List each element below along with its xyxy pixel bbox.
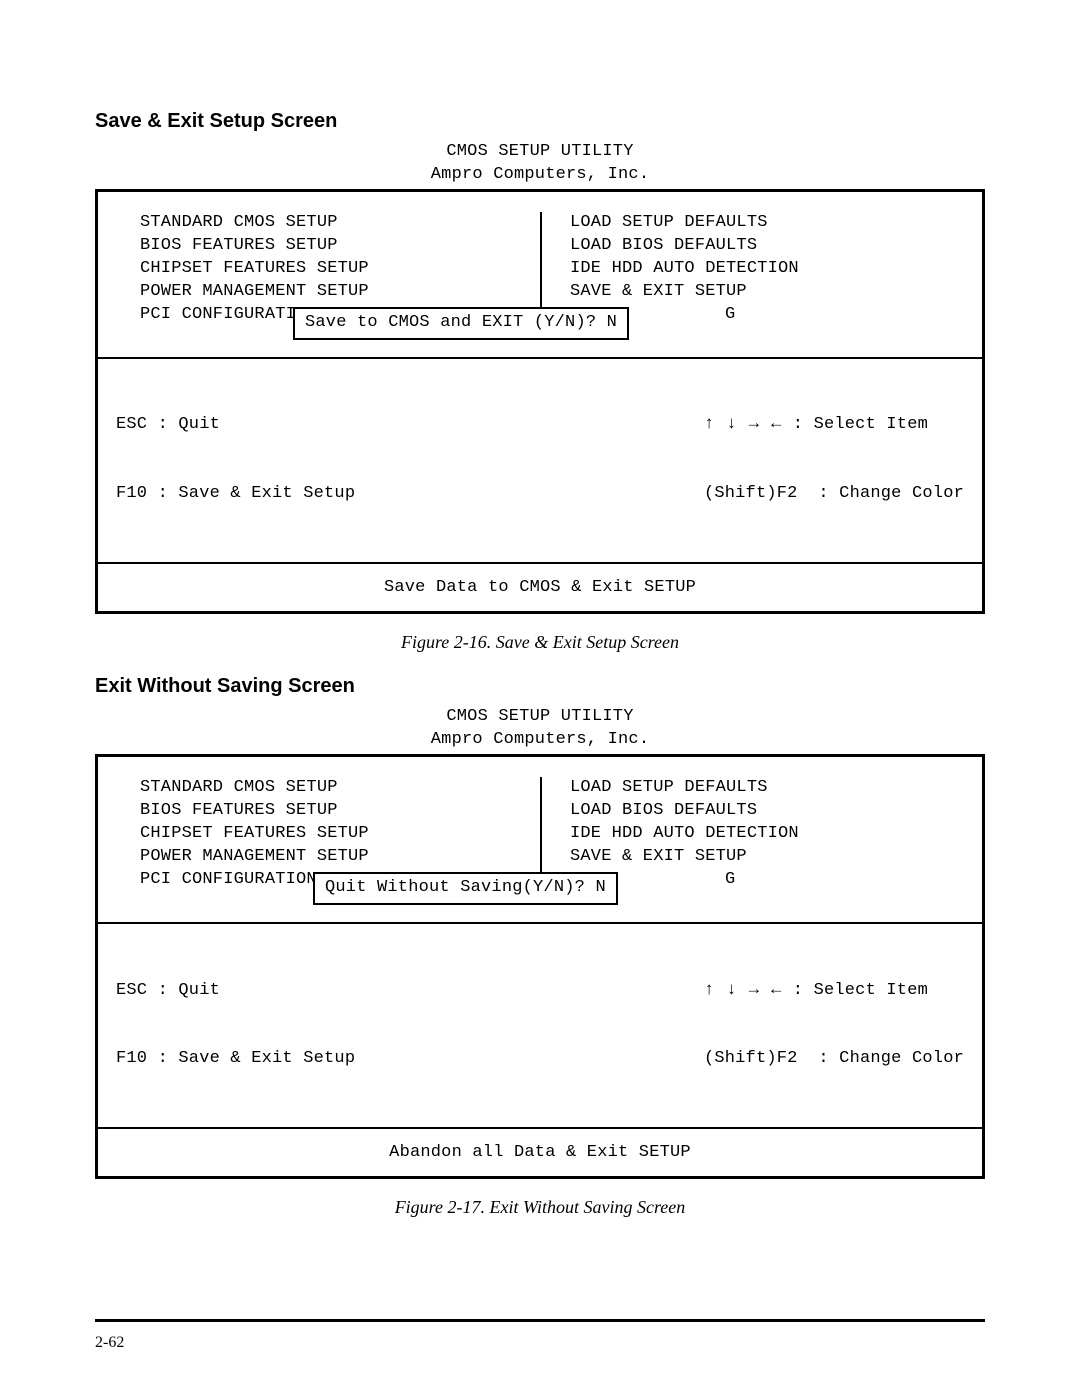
menu-item[interactable]: BIOS FEATURES SETUP bbox=[140, 235, 540, 258]
hint-select-item-text: : Select Item bbox=[782, 981, 928, 1000]
page: Save & Exit Setup Screen CMOS SETUP UTIL… bbox=[0, 0, 1080, 1397]
arrows-icon: ↑ ↓ → ← bbox=[704, 981, 782, 1000]
bios-menu-area: STANDARD CMOS SETUP BIOS FEATURES SETUP … bbox=[98, 192, 982, 357]
hint-change-color: (Shift)F2 : Change Color bbox=[704, 1048, 964, 1071]
page-rule bbox=[95, 1319, 985, 1322]
bios-key-hints-left: ESC : Quit F10 : Save & Exit Setup bbox=[116, 934, 355, 1118]
bios-menu-area: STANDARD CMOS SETUP BIOS FEATURES SETUP … bbox=[98, 757, 982, 922]
menu-item[interactable]: POWER MANAGEMENT SETUP bbox=[140, 281, 540, 304]
menu-item[interactable]: STANDARD CMOS SETUP bbox=[140, 777, 540, 800]
menu-item[interactable]: CHIPSET FEATURES SETUP bbox=[140, 258, 540, 281]
menu-item[interactable]: SAVE & EXIT SETUP bbox=[570, 846, 952, 869]
bios-key-hints-right: ↑ ↓ → ← : Select Item (Shift)F2 : Change… bbox=[704, 934, 964, 1118]
menu-item[interactable]: LOAD SETUP DEFAULTS bbox=[570, 777, 952, 800]
bios-box: STANDARD CMOS SETUP BIOS FEATURES SETUP … bbox=[95, 754, 985, 1179]
menu-item[interactable]: STANDARD CMOS SETUP bbox=[140, 212, 540, 235]
menu-item[interactable]: IDE HDD AUTO DETECTION bbox=[570, 823, 952, 846]
arrows-icon: ↑ ↓ → ← bbox=[704, 415, 782, 434]
hint-select-item-text: : Select Item bbox=[782, 415, 928, 434]
confirm-dialog[interactable]: Save to CMOS and EXIT (Y/N)? N bbox=[293, 307, 629, 340]
bios-title-line: CMOS SETUP UTILITY bbox=[95, 706, 985, 729]
bios-subtitle-line: Ampro Computers, Inc. bbox=[95, 729, 985, 752]
figure-caption: Figure 2-17. Exit Without Saving Screen bbox=[95, 1197, 985, 1218]
bios-key-hints-left: ESC : Quit F10 : Save & Exit Setup bbox=[116, 369, 355, 553]
bios-subtitle-line: Ampro Computers, Inc. bbox=[95, 164, 985, 187]
bios-title-line: CMOS SETUP UTILITY bbox=[95, 141, 985, 164]
menu-item[interactable]: SAVE & EXIT SETUP bbox=[570, 281, 952, 304]
hint-f10: F10 : Save & Exit Setup bbox=[116, 1048, 355, 1071]
section-heading: Exit Without Saving Screen bbox=[95, 675, 985, 698]
menu-item[interactable]: LOAD BIOS DEFAULTS bbox=[570, 800, 952, 823]
hint-esc: ESC : Quit bbox=[116, 980, 355, 1003]
menu-item[interactable]: CHIPSET FEATURES SETUP bbox=[140, 823, 540, 846]
bios-key-hints: ESC : Quit F10 : Save & Exit Setup ↑ ↓ →… bbox=[98, 357, 982, 563]
bios-key-hints-right: ↑ ↓ → ← : Select Item (Shift)F2 : Change… bbox=[704, 369, 964, 553]
figure-caption: Figure 2-16. Save & Exit Setup Screen bbox=[95, 632, 985, 653]
bios-box: STANDARD CMOS SETUP BIOS FEATURES SETUP … bbox=[95, 189, 985, 614]
page-number: 2-62 bbox=[95, 1334, 124, 1352]
confirm-dialog[interactable]: Quit Without Saving(Y/N)? N bbox=[313, 872, 618, 905]
hint-esc: ESC : Quit bbox=[116, 414, 355, 437]
menu-item[interactable]: IDE HDD AUTO DETECTION bbox=[570, 258, 952, 281]
bios-footer: Save Data to CMOS & Exit SETUP bbox=[98, 562, 982, 611]
section-heading: Save & Exit Setup Screen bbox=[95, 110, 985, 133]
menu-item[interactable]: LOAD BIOS DEFAULTS bbox=[570, 235, 952, 258]
hint-select-item: ↑ ↓ → ← : Select Item bbox=[704, 980, 964, 1003]
menu-item[interactable]: POWER MANAGEMENT SETUP bbox=[140, 846, 540, 869]
bios-footer: Abandon all Data & Exit SETUP bbox=[98, 1127, 982, 1176]
bios-key-hints: ESC : Quit F10 : Save & Exit Setup ↑ ↓ →… bbox=[98, 922, 982, 1128]
menu-item-trailing: G bbox=[570, 869, 952, 892]
hint-change-color: (Shift)F2 : Change Color bbox=[704, 483, 964, 506]
hint-select-item: ↑ ↓ → ← : Select Item bbox=[704, 414, 964, 437]
hint-f10: F10 : Save & Exit Setup bbox=[116, 483, 355, 506]
menu-item[interactable]: BIOS FEATURES SETUP bbox=[140, 800, 540, 823]
menu-item[interactable]: LOAD SETUP DEFAULTS bbox=[570, 212, 952, 235]
